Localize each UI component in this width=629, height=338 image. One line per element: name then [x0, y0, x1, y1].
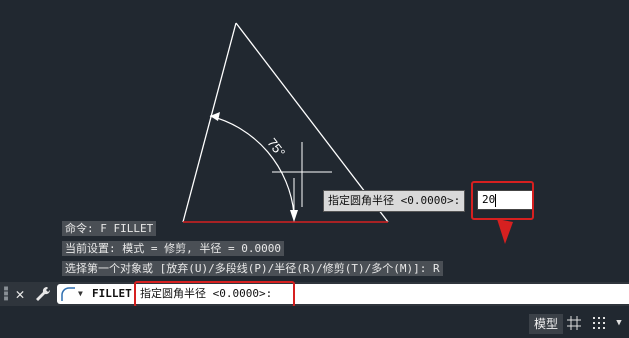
drag-grip-icon[interactable]: ▪ ▪ ▪ — [3, 284, 9, 304]
angle-dimension-arc — [209, 115, 295, 215]
chevron-down-icon[interactable]: ▼ — [613, 315, 625, 331]
grid-icon[interactable] — [566, 315, 582, 331]
dimension-arrow-bottom — [290, 210, 298, 222]
model-tab[interactable]: 模型 — [529, 314, 564, 334]
command-name: FILLET — [92, 287, 132, 300]
recent-commands-dropdown-icon[interactable]: ▼ — [78, 284, 88, 304]
angle-dimension-text: 75° — [264, 135, 288, 160]
history-line-3: 选择第一个对象或 [放弃(U)/多段线(P)/半径(R)/修剪(T)/多个(M)… — [62, 261, 443, 276]
callout-arrow — [497, 219, 513, 244]
highlight-box-input — [471, 181, 534, 220]
wrench-icon[interactable] — [34, 285, 52, 303]
close-icon[interactable]: ✕ — [12, 284, 28, 304]
status-bar: 模型 ▼ — [0, 306, 629, 338]
highlight-box-command — [134, 281, 295, 308]
dynamic-input-prompt: 指定圆角半径 <0.0000>: — [323, 190, 466, 212]
history-line-2: 当前设置: 模式 = 修剪, 半径 = 0.0000 — [62, 241, 284, 256]
snap-icon[interactable] — [591, 315, 607, 331]
fillet-arc-icon — [61, 287, 75, 301]
history-line-1: 命令: F FILLET — [62, 221, 157, 236]
command-line-bar: ▪ ▪ ▪ ✕ ▼ FILLET 指定圆角半径 <0.0000>: — [0, 282, 629, 306]
